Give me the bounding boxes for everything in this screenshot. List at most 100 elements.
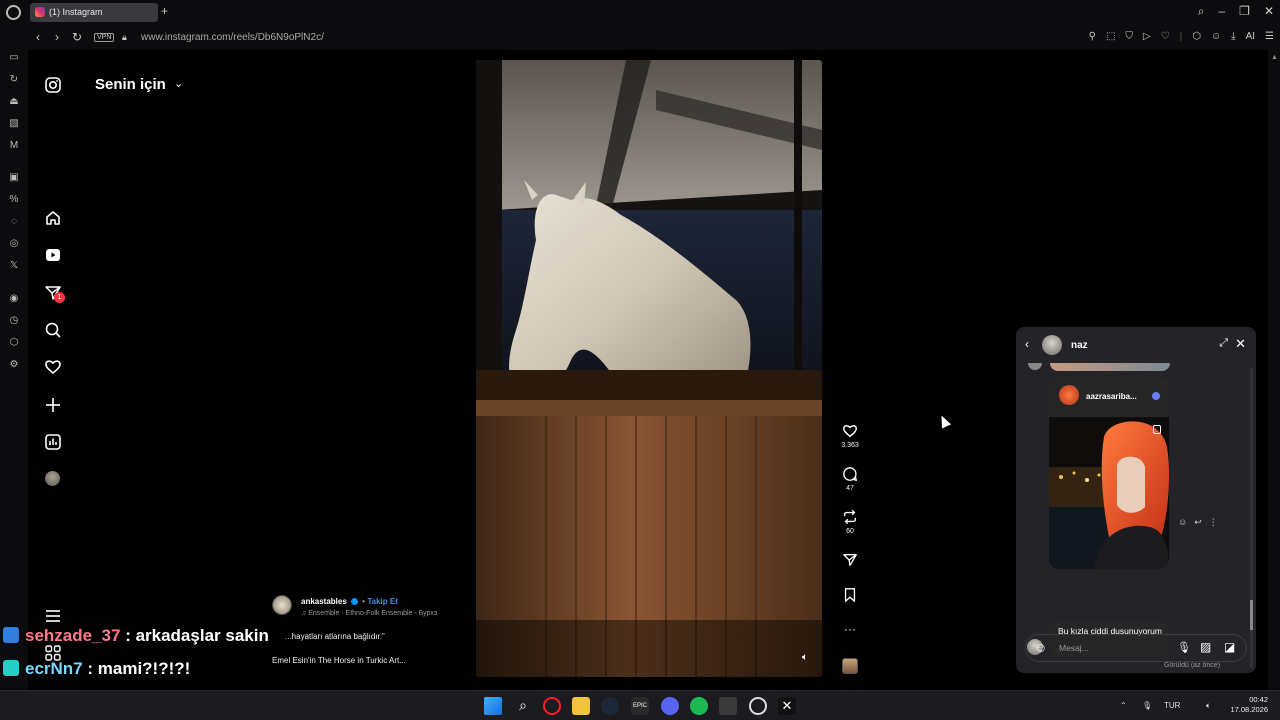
volume-icon[interactable]: 🔈︎ (1206, 701, 1211, 711)
file-explorer-icon[interactable] (572, 697, 590, 715)
search-tabs-icon[interactable]: ⌕ (1198, 4, 1205, 19)
microphone-tray-icon[interactable]: 🎙︎ (1142, 701, 1152, 710)
shield-icon[interactable]: ⛉ (1125, 31, 1133, 42)
back-button[interactable]: ‹ (36, 30, 40, 44)
opera-gx-taskbar-icon[interactable] (543, 697, 561, 715)
dm-scrollbar-thumb[interactable] (1250, 600, 1253, 630)
instagram-logo-icon[interactable] (44, 76, 62, 94)
close-window-button[interactable]: ✕ (1264, 4, 1274, 19)
new-tab-button[interactable]: + (161, 4, 168, 18)
contact-avatar[interactable] (1042, 335, 1062, 355)
profile-avatar[interactable] (45, 471, 60, 486)
repost-action[interactable]: 60 (836, 509, 864, 535)
vpn-badge[interactable]: VPN (94, 33, 115, 42)
more-options-icon[interactable]: ··· (836, 622, 864, 636)
whatsapp-icon[interactable]: ◌ (8, 216, 20, 228)
share-action[interactable] (836, 552, 864, 568)
download-icon[interactable]: ⤓ (1231, 31, 1235, 42)
follow-button[interactable]: Takip Et (367, 597, 398, 606)
image-icon[interactable]: ▨ (1200, 640, 1211, 654)
percent-icon[interactable]: % (8, 194, 20, 206)
dashboard-icon[interactable] (44, 433, 62, 451)
shared-post-avatar[interactable] (1059, 385, 1079, 405)
like-action[interactable]: 3.363 (836, 423, 864, 449)
more-menu-icon[interactable] (44, 607, 62, 625)
search-icon[interactable] (44, 321, 62, 339)
steam-icon[interactable] (601, 697, 619, 715)
close-icon[interactable]: ✕ (1235, 336, 1246, 352)
feed-title[interactable]: Senin için (95, 76, 166, 93)
chevron-down-icon[interactable]: ⌄ (174, 77, 183, 90)
comment-action[interactable]: 47 (836, 466, 864, 492)
shared-post[interactable]: aazrasariba... (1049, 377, 1169, 569)
forward-button[interactable]: › (55, 30, 59, 44)
clock-icon[interactable]: ◷ (8, 315, 20, 327)
share-icon[interactable] (842, 552, 858, 568)
url-field[interactable]: www.instagram.com/reels/Db6N9oPlN2c/ (141, 32, 324, 43)
obs-icon[interactable] (749, 697, 767, 715)
browser-tab-instagram[interactable]: (1) Instagram (30, 3, 158, 22)
tray-expand-icon[interactable]: ⌃ (1120, 701, 1127, 710)
message-composer[interactable]: ☺ Mesaj... 🎙︎ ▨ ◪ (1025, 634, 1247, 662)
flow-icon[interactable]: ⏏ (8, 96, 20, 108)
minimize-button[interactable]: – (1218, 4, 1225, 19)
previous-message-preview[interactable] (1050, 363, 1170, 371)
poster-avatar[interactable] (272, 595, 292, 615)
more-vertical-icon[interactable]: ⋮ (1209, 517, 1218, 528)
player-sidebar-icon[interactable]: ◉ (8, 293, 20, 305)
shared-post-username[interactable]: aazrasariba... (1086, 392, 1137, 401)
menu-icon[interactable]: ☰ (1265, 31, 1274, 42)
comment-icon[interactable] (842, 466, 858, 482)
clock[interactable]: 00:42 17.08.2026 (1230, 695, 1268, 715)
extensions-icon[interactable]: ⬡ (1192, 31, 1201, 42)
mute-icon[interactable]: 🔈︎ (802, 652, 808, 663)
poster-username[interactable]: ankastables (301, 597, 347, 606)
wallet-icon[interactable]: ▭ (8, 52, 20, 64)
restore-button[interactable]: ❐ (1239, 4, 1250, 19)
epic-games-icon[interactable]: EPIC (631, 697, 649, 715)
heart-bookmark-icon[interactable]: ♡ (1161, 31, 1170, 42)
settings-icon[interactable]: ⚙ (8, 359, 20, 371)
reply-icon[interactable]: ↩ (1194, 517, 1202, 528)
shared-post-image[interactable] (1049, 417, 1169, 569)
opera-logo-icon[interactable] (6, 5, 21, 20)
page-scrollbar[interactable]: ▲ (1268, 50, 1280, 690)
music-info[interactable]: ♫ Ensemble · Ethno-Folk Ensemble - Бурхэ (301, 610, 437, 617)
heart-icon[interactable] (842, 423, 858, 439)
caption-line-2[interactable]: Emel Esin'in The Horse in Turkic Art... (272, 656, 406, 665)
chevron-left-icon[interactable]: ‹ (1025, 337, 1029, 351)
sticker-icon[interactable]: ◪ (1224, 640, 1235, 654)
contact-name[interactable]: naz (1071, 340, 1088, 351)
search-taskbar-icon[interactable]: ⌕ (514, 697, 532, 715)
cube-icon[interactable]: ⬡ (8, 337, 20, 349)
snapshot-icon[interactable]: ⬚ (1106, 31, 1115, 42)
twitch-icon[interactable]: ▣ (8, 172, 20, 184)
player-icon[interactable]: ▷ (1143, 31, 1151, 42)
repost-icon[interactable] (842, 509, 858, 525)
reels-icon[interactable] (44, 246, 62, 264)
app-window-icon[interactable] (719, 697, 737, 715)
x-twitter-icon[interactable]: 𝕏 (8, 260, 20, 272)
dm-scrollbar[interactable] (1250, 368, 1253, 668)
spotify-icon[interactable] (690, 697, 708, 715)
message-input[interactable]: Mesaj... (1059, 643, 1089, 653)
microphone-icon[interactable]: 🎙︎ (1177, 641, 1191, 654)
pin-icon[interactable]: ⚲ (1089, 31, 1096, 42)
scroll-up-icon[interactable]: ▲ (1271, 54, 1278, 61)
discord-icon[interactable] (661, 697, 679, 715)
create-plus-icon[interactable] (44, 396, 62, 414)
notifications-heart-icon[interactable] (44, 358, 62, 376)
react-emoji-icon[interactable]: ☺ (1178, 517, 1187, 528)
bookmark-icon[interactable] (842, 587, 858, 603)
instagram-sidebar-icon[interactable]: ◎ (8, 238, 20, 250)
lock-icon[interactable]: 🔒︎ (122, 32, 127, 43)
reel-video[interactable]: 🔈︎ (476, 60, 822, 677)
history-refresh-icon[interactable]: ↻ (8, 74, 20, 86)
capcut-icon[interactable]: ✕ (778, 697, 796, 715)
expand-icon[interactable]: ⤢ (1219, 337, 1228, 350)
notes-icon[interactable]: ▧ (8, 118, 20, 130)
aria-ai-button[interactable]: AI (1246, 31, 1255, 42)
reload-button[interactable]: ↻ (72, 30, 82, 44)
home-icon[interactable] (44, 209, 62, 227)
audio-thumbnail[interactable] (842, 658, 858, 674)
